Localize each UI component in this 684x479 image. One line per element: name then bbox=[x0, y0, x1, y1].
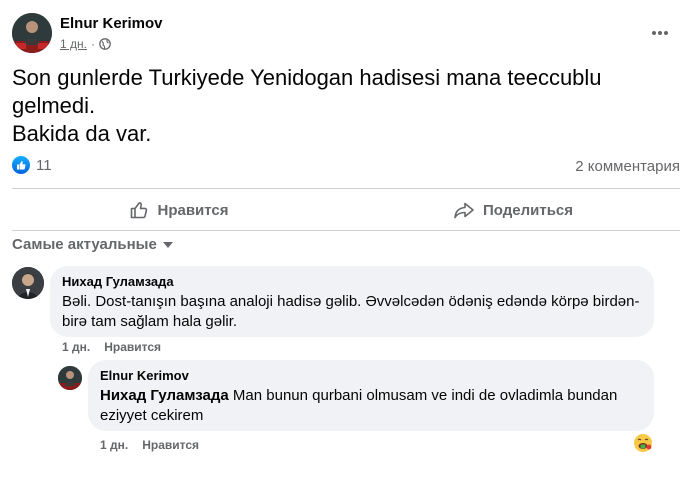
post-author-name[interactable]: Elnur Kerimov bbox=[60, 15, 163, 32]
share-button[interactable]: Поделиться bbox=[346, 190, 680, 230]
reply-author-photo-icon bbox=[58, 366, 82, 390]
post-header: Elnur Kerimov 1 дн. · bbox=[12, 11, 672, 55]
like-button[interactable]: Нравится bbox=[12, 190, 346, 230]
caret-down-icon bbox=[162, 241, 173, 248]
commenter-photo-icon bbox=[12, 267, 44, 299]
comments-sort-dropdown[interactable]: Самые актуальные bbox=[12, 236, 173, 253]
reply-author[interactable]: Elnur Kerimov bbox=[100, 368, 642, 384]
reactions-summary[interactable]: 11 bbox=[12, 156, 52, 174]
reply-avatar[interactable] bbox=[58, 366, 82, 390]
like-button-label: Нравится bbox=[157, 201, 229, 219]
money-mouth-face-icon[interactable] bbox=[633, 433, 653, 453]
share-button-label: Поделиться bbox=[482, 201, 574, 219]
author-photo-icon bbox=[12, 13, 52, 53]
more-options-button[interactable] bbox=[648, 21, 672, 45]
post-text-line: Son gunlerde Turkiyede Yenidogan hadises… bbox=[12, 65, 602, 90]
comment-like-button[interactable]: Нравится bbox=[104, 340, 161, 354]
comment-bubble: Нихад Гуламзада Bəli. Dost-tanışın başın… bbox=[50, 266, 654, 337]
thumbs-up-icon bbox=[131, 202, 148, 219]
post-text-line: gelmedi. bbox=[12, 93, 96, 118]
reply-text-line: eziyyet cekirem bbox=[100, 407, 204, 424]
comment-meta: 1 дн. Нравится bbox=[62, 340, 161, 354]
reply-bubble: Elnur Kerimov Нихад Гуламзада Man bunun … bbox=[88, 360, 654, 431]
comments-count-link[interactable]: 2 комментария bbox=[575, 158, 680, 175]
reply-meta: 1 дн. Нравится bbox=[100, 438, 199, 452]
reply-like-button[interactable]: Нравится bbox=[142, 438, 199, 452]
comment-time[interactable]: 1 дн. bbox=[62, 340, 90, 354]
likes-count[interactable]: 11 bbox=[36, 157, 52, 174]
share-arrow-icon bbox=[454, 202, 474, 219]
like-reaction-icon bbox=[12, 156, 30, 174]
post-timestamp[interactable]: 1 дн. bbox=[60, 37, 87, 51]
post-action-bar: Нравится Поделиться bbox=[12, 190, 680, 230]
author-avatar[interactable] bbox=[12, 13, 52, 53]
more-dots-icon bbox=[652, 31, 668, 35]
post-meta: 1 дн. · bbox=[60, 37, 111, 51]
reply-mention[interactable]: Нихад Гуламзада bbox=[100, 387, 229, 404]
commenter-avatar[interactable] bbox=[12, 267, 44, 299]
divider bbox=[12, 230, 680, 231]
reply-time[interactable]: 1 дн. bbox=[100, 438, 128, 452]
reply-text: Man bunun qurbani olmusam ve indi de ovl… bbox=[232, 387, 618, 404]
comment-text-line: birə tam sağlam hala gəlir. bbox=[62, 313, 238, 330]
comment-author[interactable]: Нихад Гуламзада bbox=[62, 274, 642, 290]
post-body: Son gunlerde Turkiyede Yenidogan hadises… bbox=[12, 64, 672, 148]
divider bbox=[12, 188, 680, 189]
meta-separator: · bbox=[90, 37, 95, 51]
comments-sort-label: Самые актуальные bbox=[12, 236, 157, 253]
reply-text-line: Нихад Гуламзада Man bunun qurbani olmusa… bbox=[100, 386, 642, 406]
comment-text-line: Bəli. Dost-tanışın başına analoji hadisə… bbox=[62, 293, 640, 310]
globe-icon bbox=[99, 38, 111, 50]
post-text-line: Bakida da var. bbox=[12, 121, 152, 146]
